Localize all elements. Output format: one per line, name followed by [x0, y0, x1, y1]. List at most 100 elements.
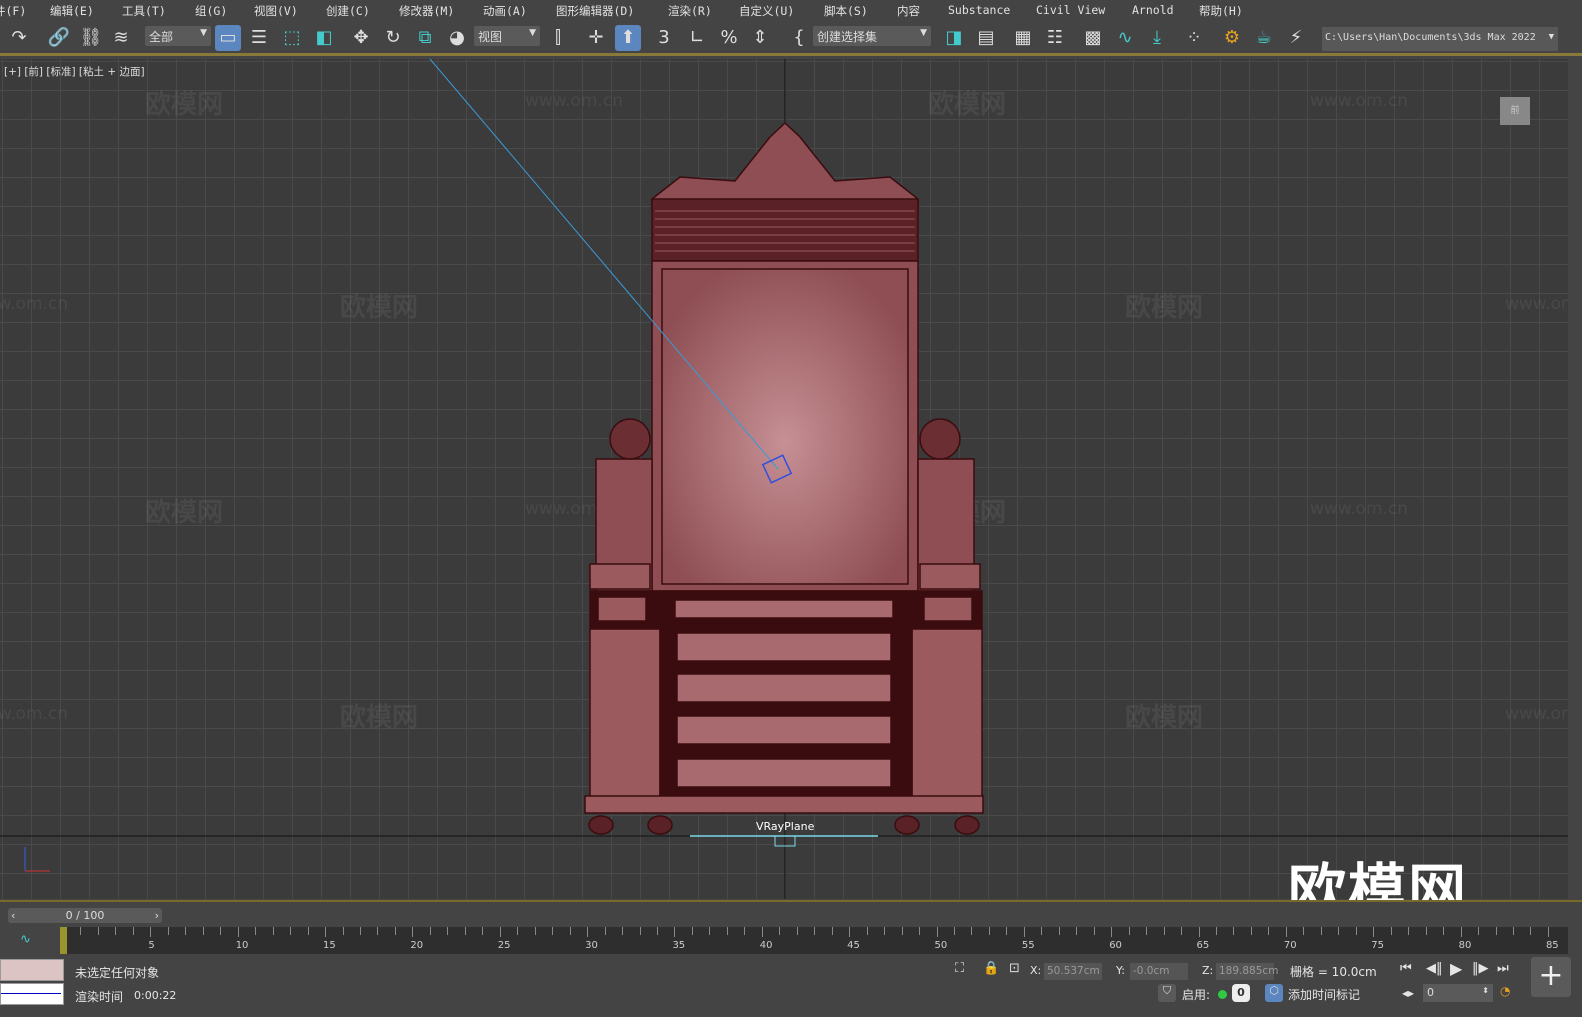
- timeline: ‹0 / 100› ∿ 0510152025303540455055606570…: [0, 900, 1582, 955]
- menu-item[interactable]: Arnold: [1132, 3, 1174, 17]
- time-ruler[interactable]: 0510152025303540455055606570758085: [60, 927, 1568, 954]
- menu-item[interactable]: Substance: [948, 3, 1010, 17]
- keyboard-shortcut-override-icon[interactable]: ⬆: [615, 25, 641, 51]
- spinner-snap-icon[interactable]: ⇕: [747, 25, 773, 51]
- time-tag-icon[interactable]: ⬡: [1265, 984, 1283, 1002]
- render-setup-icon[interactable]: ⚙: [1219, 25, 1245, 51]
- add-time-tag[interactable]: 添加时间标记: [1288, 986, 1360, 1003]
- ruler-tick: [552, 927, 554, 935]
- time-configuration-icon[interactable]: ◔: [1500, 984, 1510, 998]
- next-frame-icon[interactable]: ›: [155, 908, 159, 923]
- absolute-mode-icon[interactable]: ⊡: [1009, 961, 1020, 976]
- enable-count[interactable]: 0: [1232, 984, 1250, 1002]
- menu-item[interactable]: 视图(V): [254, 3, 298, 19]
- link-icon[interactable]: 🔗: [46, 25, 72, 51]
- key-mode-icon[interactable]: ◂▸: [1402, 986, 1414, 1000]
- menu-item[interactable]: Civil View: [1036, 3, 1105, 17]
- ruler-tick: [377, 927, 379, 935]
- ruler-tick: [1285, 927, 1287, 937]
- ruler-label: 15: [323, 940, 336, 951]
- menu-item[interactable]: 内容: [897, 3, 920, 19]
- menu-item[interactable]: 创建(C): [326, 3, 370, 19]
- placement-icon[interactable]: ◕: [444, 25, 470, 51]
- current-frame-marker[interactable]: [60, 927, 67, 954]
- scale-icon[interactable]: ⧉: [412, 25, 438, 51]
- menu-item[interactable]: 帮助(H): [1199, 3, 1243, 19]
- ruler-tick: [709, 927, 711, 935]
- scene-svg: [0, 59, 1568, 899]
- curve-editor-icon[interactable]: ∿: [1112, 25, 1138, 51]
- selection-filter-dropdown[interactable]: 全部 ▼: [145, 26, 211, 46]
- angle-snap-icon[interactable]: ∟: [684, 25, 710, 51]
- x-coordinate-field[interactable]: 50.537cm: [1044, 963, 1102, 980]
- menu-item[interactable]: 渲染(R): [668, 3, 712, 19]
- unlink-icon[interactable]: ⛓: [78, 25, 104, 51]
- view-cube[interactable]: 前: [1500, 97, 1530, 125]
- play-icon[interactable]: ▶: [1450, 959, 1462, 978]
- ruler-tick: [534, 927, 536, 935]
- next-frame-icon[interactable]: ‖▶: [1472, 961, 1489, 976]
- align-icon[interactable]: ▤: [973, 25, 999, 51]
- percent-snap-icon[interactable]: %: [716, 25, 742, 51]
- render-production-icon[interactable]: ⚡: [1283, 25, 1309, 51]
- render-time-value: 0:00:22: [134, 989, 177, 1002]
- schematic-view-icon[interactable]: ⤓: [1144, 25, 1170, 51]
- snaps-toggle-icon[interactable]: 3: [651, 25, 677, 51]
- menu-item[interactable]: 编辑(E): [50, 3, 94, 19]
- dressing-table-model[interactable]: [584, 121, 984, 835]
- select-object-icon[interactable]: ▭: [215, 25, 241, 51]
- menu-item[interactable]: 件(F): [0, 3, 26, 19]
- move-icon[interactable]: ✥: [348, 25, 374, 51]
- rectangular-selection-icon[interactable]: ⬚: [279, 25, 305, 51]
- y-coordinate-field[interactable]: -0.0cm: [1130, 963, 1188, 980]
- ruler-tick: [1233, 927, 1235, 935]
- mirror-icon[interactable]: ◨: [941, 25, 967, 51]
- select-by-name-icon[interactable]: ☰: [246, 25, 272, 51]
- scene-explorer-icon[interactable]: ▦: [1010, 25, 1036, 51]
- reference-coordinate-dropdown[interactable]: 视图 ▼: [474, 26, 540, 46]
- bind-space-warp-icon[interactable]: ≋: [108, 25, 134, 51]
- menu-item[interactable]: 修改器(M): [399, 3, 454, 19]
- isolate-selection-icon[interactable]: ⛶: [955, 961, 964, 976]
- select-manipulate-icon[interactable]: ✛: [583, 25, 609, 51]
- ribbon-icon[interactable]: ▩: [1080, 25, 1106, 51]
- menu-item[interactable]: 脚本(S): [824, 3, 868, 19]
- menu-item[interactable]: 动画(A): [483, 3, 527, 19]
- current-frame-field[interactable]: 0 ⬍: [1423, 984, 1493, 1002]
- z-coordinate-field[interactable]: 189.885cm: [1216, 963, 1278, 980]
- ruler-tick: [1163, 927, 1165, 935]
- maxscript-input[interactable]: [0, 983, 64, 1005]
- maxscript-listener[interactable]: [0, 959, 64, 981]
- rotate-icon[interactable]: ↻: [380, 25, 406, 51]
- layer-explorer-icon[interactable]: ☷: [1042, 25, 1068, 51]
- rendered-frame-window-icon[interactable]: ☕: [1251, 25, 1277, 51]
- menu-item[interactable]: 图形编辑器(D): [556, 3, 634, 19]
- ruler-tick: [953, 927, 955, 935]
- menu-item[interactable]: 工具(T): [122, 3, 166, 19]
- mini-curve-editor-icon[interactable]: ∿: [20, 932, 31, 947]
- project-folder-dropdown[interactable]: C:\Users\Han\Documents\3ds Max 2022 ▼: [1322, 27, 1558, 51]
- status-dot: [1218, 990, 1227, 999]
- ruler-tick: [831, 927, 833, 935]
- shield-icon[interactable]: ⛉: [1158, 984, 1176, 1002]
- named-selection-dropdown[interactable]: 创建选择集 ▼: [813, 26, 931, 46]
- previous-frame-icon[interactable]: ◀‖: [1426, 961, 1443, 976]
- pivot-center-icon[interactable]: ⫿: [545, 25, 571, 51]
- material-editor-icon[interactable]: ⁘: [1181, 25, 1207, 51]
- go-to-start-icon[interactable]: ⏮: [1400, 961, 1412, 976]
- menu-item[interactable]: 组(G): [195, 3, 227, 19]
- prev-frame-icon[interactable]: ‹: [11, 908, 15, 923]
- ruler-tick: [80, 927, 82, 935]
- set-key-button[interactable]: +: [1531, 957, 1571, 997]
- ruler-tick: [220, 927, 222, 935]
- window-crossing-icon[interactable]: ◧: [311, 25, 337, 51]
- ruler-tick: [796, 927, 798, 935]
- redo-icon[interactable]: ↷: [6, 25, 32, 51]
- front-viewport[interactable]: 欧模网欧模网欧模网欧模网欧模网欧模网欧模网欧模网欧模网欧模网www.om.cnw…: [0, 59, 1568, 899]
- edit-named-selection-icon[interactable]: {: [786, 25, 812, 51]
- lock-icon[interactable]: 🔒: [983, 961, 999, 976]
- go-to-end-icon[interactable]: ⏭: [1497, 961, 1509, 976]
- viewport-label[interactable]: [+] [前] [标准] [粘土 + 边面]: [4, 64, 145, 79]
- menu-item[interactable]: 自定义(U): [739, 3, 794, 19]
- time-slider[interactable]: ‹ 0 / 100 ›: [8, 908, 162, 923]
